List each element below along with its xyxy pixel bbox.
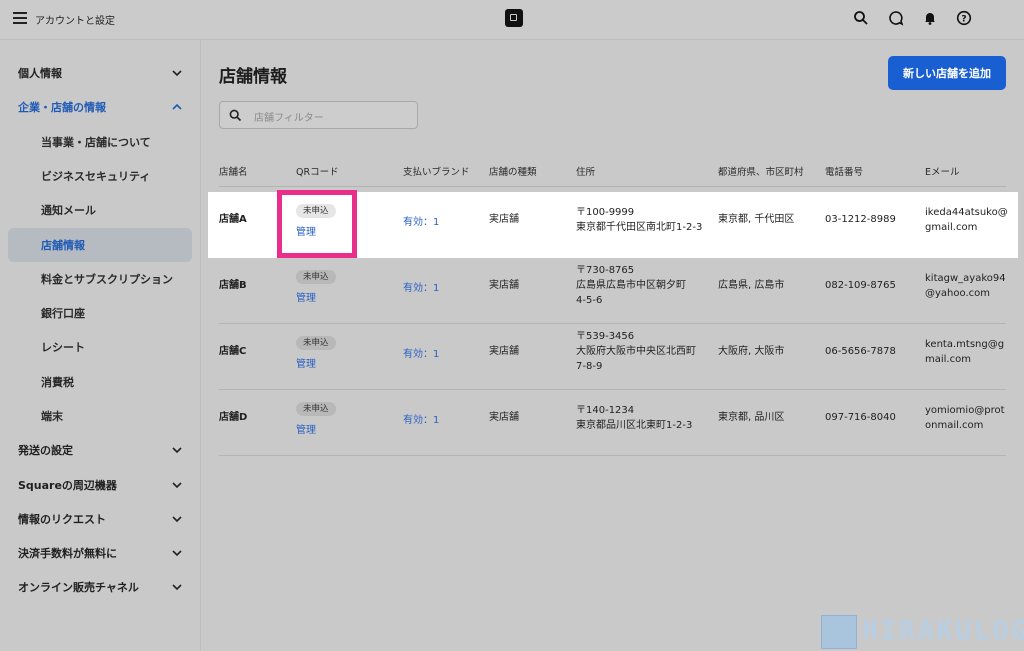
sidebar-item-notification-email[interactable]: 通知メール [8,193,192,227]
watermark-text: HIRAKULOG [862,616,1024,646]
sidebar-item-subscriptions[interactable]: 料金とサブスクリプション [8,262,192,296]
chevron-down-icon [172,516,182,523]
sidebar-item-online-channels[interactable]: オンライン販売チャネル [8,570,192,604]
store-email: yomiomio@prot onmail.com [925,405,1005,431]
column-header-address: 住所 [576,167,596,178]
table-row[interactable]: 店舗D 未申込 管理 有効：1 実店舗 〒140-1234 東京都品川区北東町1… [208,390,1018,456]
hamburger-menu-icon[interactable] [13,12,27,24]
app-title: アカウントと設定 [35,16,115,27]
watermark: HIRAKULOG [821,613,1024,651]
store-region: 東京都, 品川区 [718,412,785,423]
sidebar-item-about-business[interactable]: 当事業・店舗について [8,125,192,159]
chevron-down-icon [172,550,182,557]
top-bar: アカウントと設定 ? [0,0,1024,40]
store-name: 店舗A [219,214,247,225]
store-region: 大阪府, 大阪市 [718,346,785,357]
table-row[interactable]: 店舗B 未申込 管理 有効：1 実店舗 〒730-8765 広島県広島市中区朝夕… [208,258,1018,324]
column-header-email: Eメール [925,167,960,178]
sidebar-item-store-info[interactable]: 店舗情報 [8,228,192,262]
svg-text:?: ? [961,14,966,24]
filter-placeholder: 店舗フィルター [254,113,324,124]
add-store-button[interactable]: 新しい店舗を追加 [888,56,1006,90]
store-name: 店舗B [219,280,247,291]
qr-status-badge: 未申込 [296,270,336,284]
watermark-logo-icon [821,615,857,649]
store-type: 実店舗 [489,214,519,225]
column-header-brand: 支払いブランド [403,167,470,178]
store-phone: 082-109-8765 [825,280,896,291]
chevron-down-icon [172,584,182,591]
sidebar-item-devices[interactable]: 端末 [8,399,192,433]
qr-manage-link[interactable]: 管理 [296,355,316,370]
column-header-qr: QRコード [296,167,339,178]
store-type: 実店舗 [489,412,519,423]
search-icon [229,109,242,122]
sidebar-item-info-requests[interactable]: 情報のリクエスト [8,502,192,536]
store-email: ikeda44atsuko@ gmail.com [925,207,1008,233]
sidebar-item-receipts[interactable]: レシート [8,330,192,364]
chevron-down-icon [172,482,182,489]
page-title: 店舗情報 [219,67,287,87]
qr-highlight-box [277,190,357,258]
sidebar: 個人情報 企業・店舗の情報 当事業・店舗について ビジネスセキュリティ 通知メー… [0,40,201,651]
sidebar-item-tax[interactable]: 消費税 [8,365,192,399]
sidebar-item-bank-account[interactable]: 銀行口座 [8,296,192,330]
row-divider [219,455,1006,456]
column-header-phone: 電話番号 [825,167,864,178]
sidebar-item-shipping[interactable]: 発送の設定 [8,433,192,467]
store-type: 実店舗 [489,280,519,291]
store-name: 店舗C [219,346,247,357]
sidebar-item-hardware[interactable]: Squareの周辺機器 [8,468,192,502]
payment-brand-link[interactable]: 有効：1 [403,345,439,360]
store-address: 〒539-3456 大阪府大阪市中央区北西町 7-8-9 [576,331,696,372]
square-logo-icon[interactable] [505,9,523,27]
payment-brand-link[interactable]: 有効：1 [403,213,439,228]
store-address: 〒730-8765 広島県広島市中区朝夕町 4-5-6 [576,265,686,306]
column-header-region: 都道府県、市区町村 [718,167,804,178]
qr-manage-link[interactable]: 管理 [296,421,316,436]
help-icon[interactable]: ? [956,10,972,26]
chevron-down-icon [172,70,182,77]
store-type: 実店舗 [489,346,519,357]
chevron-up-icon [172,103,182,110]
bell-icon[interactable] [922,10,938,26]
payment-brand-link[interactable]: 有効：1 [403,279,439,294]
table-row[interactable]: 店舗C 未申込 管理 有効：1 実店舗 〒539-3456 大阪府大阪市中央区北… [208,324,1018,390]
search-icon[interactable] [853,10,869,26]
store-address: 〒100-9999 東京都千代田区南北町1-2-3 [576,207,703,233]
sidebar-item-free-processing[interactable]: 決済手数料が無料に [8,536,192,570]
qr-manage-link[interactable]: 管理 [296,289,316,304]
qr-status-badge: 未申込 [296,402,336,416]
payment-brand-link[interactable]: 有効：1 [403,411,439,426]
column-header-name: 店舗名 [219,167,248,178]
column-header-type: 店舗の種類 [489,167,537,178]
store-email: kitagw_ayako94 @yahoo.com [925,273,1006,299]
sidebar-item-business-security[interactable]: ビジネスセキュリティ [8,159,192,193]
chat-icon[interactable] [888,10,904,26]
sidebar-item-business-info[interactable]: 企業・店舗の情報 [8,90,192,124]
store-filter-input[interactable]: 店舗フィルター [219,101,418,129]
chevron-down-icon [172,447,182,454]
header-divider [219,186,1006,187]
store-region: 東京都, 千代田区 [718,214,795,225]
store-region: 広島県, 広島市 [718,280,785,291]
store-phone: 06-5656-7878 [825,346,896,357]
store-name: 店舗D [219,412,248,423]
store-email: kenta.mtsng@g mail.com [925,339,1005,365]
store-phone: 097-716-8040 [825,412,896,423]
store-address: 〒140-1234 東京都品川区北東町1-2-3 [576,405,693,431]
sidebar-item-personal-info[interactable]: 個人情報 [8,56,192,90]
store-phone: 03-1212-8989 [825,214,896,225]
qr-status-badge: 未申込 [296,336,336,350]
